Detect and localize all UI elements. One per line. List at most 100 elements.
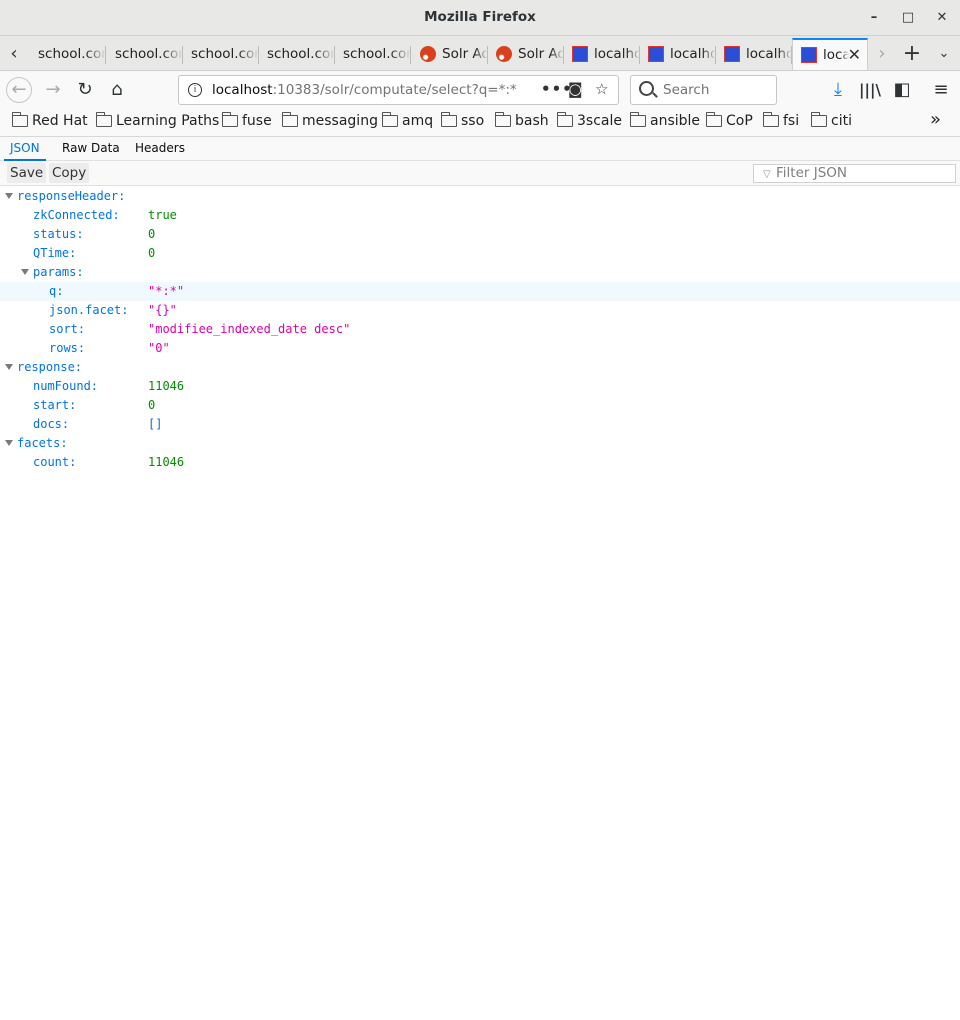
folder-icon <box>221 112 238 127</box>
filter-placeholder: Filter JSON <box>776 165 848 181</box>
json-key: docs: <box>33 417 70 431</box>
menu-icon[interactable]: ≡ <box>928 77 954 103</box>
nav-bar: ← → ↻ ⌂ i localhost:10383/solr/computate… <box>0 71 960 109</box>
json-value: "modifiee_indexed_date desc" <box>148 322 351 336</box>
copy-button[interactable]: Copy <box>49 163 90 183</box>
back-arrow-icon: ← <box>11 79 27 100</box>
json-tree-row[interactable]: params: <box>0 263 960 282</box>
bookmark-label: bash <box>515 113 549 129</box>
json-icon <box>648 46 664 62</box>
json-tree-row[interactable]: facets: <box>0 434 960 453</box>
expand-twisty-icon[interactable] <box>5 193 13 199</box>
search-icon <box>639 81 654 96</box>
tab-9[interactable]: localhost <box>640 38 716 70</box>
close-icon[interactable]: ✕ <box>931 7 953 29</box>
tab-3[interactable]: school.com <box>183 38 259 70</box>
json-tree-row[interactable]: numFound: 11046 <box>0 377 960 396</box>
bookmark-label: CoP <box>726 113 753 129</box>
json-tree-row[interactable]: QTime: 0 <box>0 244 960 263</box>
json-tree-row[interactable]: docs: [] <box>0 415 960 434</box>
site-info-icon[interactable]: i <box>188 83 202 97</box>
bookmark-label: sso <box>461 113 485 129</box>
bookmark-item[interactable]: fsi <box>762 112 799 129</box>
expand-twisty-icon[interactable] <box>5 364 13 370</box>
tab-raw-data[interactable]: Raw Data <box>56 137 126 161</box>
library-icon[interactable]: |||\ <box>857 77 883 103</box>
json-value: 0 <box>148 246 156 260</box>
json-key: responseHeader: <box>17 189 126 203</box>
json-icon <box>724 46 740 62</box>
json-tree-row[interactable]: start: 0 <box>0 396 960 415</box>
filter-icon: ▽ <box>763 169 771 180</box>
scroll-tabs-right-icon[interactable]: › <box>872 44 892 64</box>
new-tab-icon[interactable]: + <box>902 43 922 65</box>
bookmark-item[interactable]: amq <box>381 112 433 129</box>
bookmark-item[interactable]: sso <box>440 112 485 129</box>
more-bookmarks-icon[interactable]: » <box>930 109 941 130</box>
expand-twisty-icon[interactable] <box>5 440 13 446</box>
tab-7[interactable]: Solr Admin <box>488 38 564 70</box>
tab-8[interactable]: localhost <box>564 38 640 70</box>
json-key: json.facet: <box>49 303 129 317</box>
json-icon <box>801 47 817 63</box>
bookmark-item[interactable]: ansible <box>629 112 700 129</box>
json-tree-row[interactable]: json.facet: "{}" <box>0 301 960 320</box>
list-all-tabs-icon[interactable]: ⌄ <box>934 44 954 64</box>
maximize-icon[interactable]: □ <box>897 7 919 29</box>
forward-button[interactable]: → <box>40 77 66 103</box>
json-tree-row[interactable]: response: <box>0 358 960 377</box>
bookmark-item[interactable]: 3scale <box>556 112 622 129</box>
save-button[interactable]: Save <box>7 163 47 183</box>
tab-4[interactable]: school.com <box>259 38 335 70</box>
json-tree-row[interactable]: responseHeader: <box>0 187 960 206</box>
scroll-tabs-left-icon[interactable]: ‹ <box>4 44 24 64</box>
tab-label: school.com <box>115 46 183 62</box>
json-key: numFound: <box>33 379 99 393</box>
json-tree-row[interactable]: sort: "modifiee_indexed_date desc" <box>0 320 960 339</box>
back-button[interactable]: ← <box>6 77 32 103</box>
bookmark-item[interactable]: Learning Paths <box>95 112 219 129</box>
bookmark-item[interactable]: CoP <box>705 112 753 129</box>
url-text[interactable]: localhost:10383/solr/computate/select?q=… <box>212 82 534 98</box>
json-value: "*:*" <box>148 284 185 298</box>
bookmark-item[interactable]: bash <box>494 112 549 129</box>
downloads-icon[interactable]: ⤓ <box>825 77 851 103</box>
bookmark-item[interactable]: fuse <box>221 112 272 129</box>
minimize-icon[interactable]: – <box>863 7 885 29</box>
json-tree-row[interactable]: q: "*:*" <box>0 282 960 301</box>
expand-twisty-icon[interactable] <box>21 269 29 275</box>
json-value: 11046 <box>148 379 185 393</box>
sidebar-icon[interactable]: ◧ <box>889 77 915 103</box>
json-key: sort: <box>49 322 86 336</box>
tab-label: Solr Admin <box>518 46 564 62</box>
tab-bar: ‹ school.com school.com school.com school.c… <box>0 36 960 71</box>
search-input[interactable]: Search <box>630 75 777 105</box>
tab-2[interactable]: school.com <box>107 38 183 70</box>
json-value: "{}" <box>148 303 177 317</box>
bookmark-star-icon[interactable]: ☆ <box>595 80 608 98</box>
json-tree-row[interactable]: zkConnected: true <box>0 206 960 225</box>
bookmark-item[interactable]: citi <box>810 112 852 129</box>
tab-separator <box>410 46 411 64</box>
tab-10[interactable]: localhost <box>716 38 792 70</box>
tab-json[interactable]: JSON <box>4 137 46 161</box>
filter-json-input[interactable]: ▽ Filter JSON <box>753 164 956 183</box>
json-tree-row[interactable]: status: 0 <box>0 225 960 244</box>
reload-button[interactable]: ↻ <box>72 77 98 103</box>
tab-6[interactable]: Solr Admin <box>412 38 488 70</box>
tab-label: localhost <box>594 46 640 62</box>
tab-11[interactable]: localhost✕ <box>792 38 868 70</box>
tab-headers[interactable]: Headers <box>129 137 191 161</box>
tab-5[interactable]: school.com <box>335 38 411 70</box>
bookmark-item[interactable]: Red Hat <box>11 112 88 129</box>
json-tree-row[interactable]: count: 11046 <box>0 453 960 472</box>
url-bar[interactable]: i localhost:10383/solr/computate/select?… <box>178 75 619 105</box>
tab-1[interactable]: school.com <box>30 38 106 70</box>
home-button[interactable]: ⌂ <box>104 77 130 103</box>
pocket-icon[interactable]: ◙ <box>568 80 583 98</box>
bookmark-item[interactable]: messaging <box>281 112 378 129</box>
folder-icon <box>440 112 457 127</box>
json-tree-row[interactable]: rows: "0" <box>0 339 960 358</box>
close-tab-icon[interactable]: ✕ <box>848 45 861 64</box>
tab-label: school.com <box>191 46 259 62</box>
